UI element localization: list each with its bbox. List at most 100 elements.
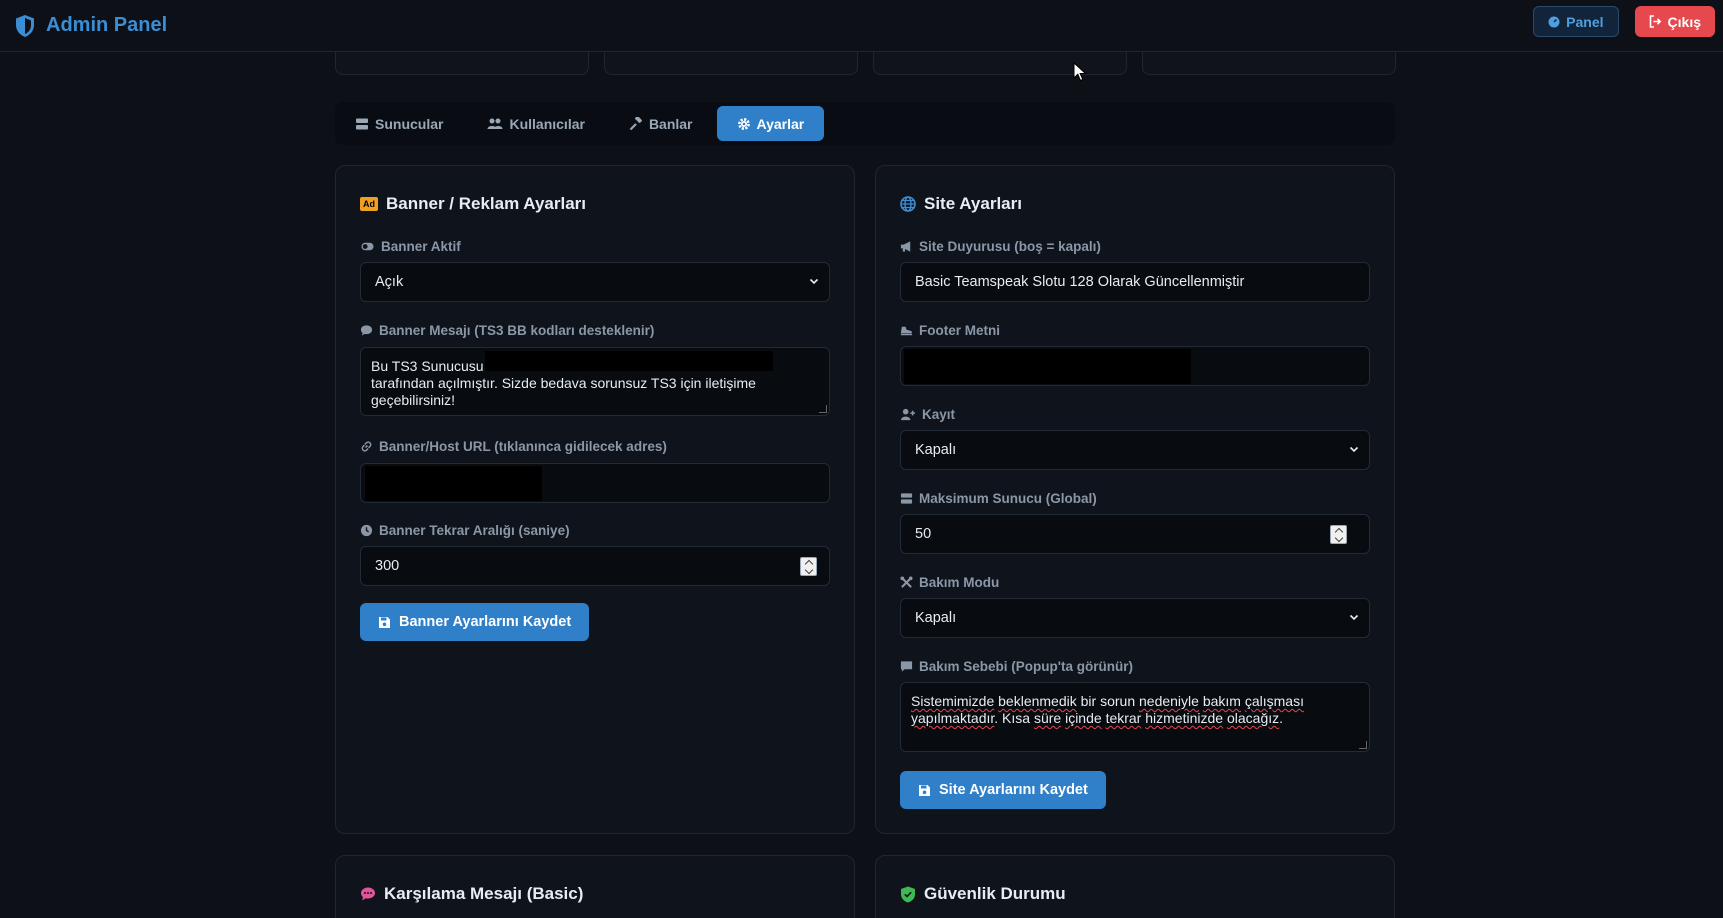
gavel-icon — [629, 116, 642, 130]
chevron-down-icon — [809, 278, 819, 285]
maintenance-select[interactable]: Kapalı — [900, 598, 1370, 638]
security-card-title: Güvenlik Durumu — [900, 884, 1066, 904]
shield-check-icon — [901, 886, 915, 902]
redacted-block — [485, 351, 773, 371]
banner-active-value: Açık — [375, 274, 404, 290]
shield-icon — [16, 14, 34, 37]
banner-message-label-text: Banner Mesajı (TS3 BB kodları destekleni… — [379, 323, 655, 338]
tab-servers-label: Sunucular — [375, 115, 444, 132]
logout-icon — [1649, 15, 1661, 28]
admin-tabs: Sunucular Kullanıcılar Banlar Ayarlar — [335, 102, 1395, 145]
tab-bans[interactable]: Banlar — [609, 106, 713, 141]
banner-active-select[interactable]: Açık — [360, 262, 830, 302]
site-announcement-input[interactable]: Basic Teamspeak Slotu 128 Olarak Güncell… — [900, 262, 1370, 302]
maintenance-value: Kapalı — [915, 610, 957, 626]
banner-settings-card: Ad Banner / Reklam Ayarları Banner Aktif… — [335, 165, 855, 834]
resize-handle[interactable] — [819, 405, 827, 413]
tools-icon — [900, 576, 913, 588]
tab-users[interactable]: Kullanıcılar — [467, 106, 604, 141]
reason-word: içinde — [1065, 710, 1102, 726]
users-icon — [487, 118, 503, 129]
reason-word: beklenmedik — [998, 693, 1077, 709]
resize-handle[interactable] — [1359, 741, 1367, 749]
maintenance-label: Bakım Modu — [900, 575, 999, 590]
shoe-icon — [900, 326, 913, 336]
chat-bubble-icon — [361, 887, 375, 901]
gear-icon — [737, 117, 750, 130]
banner-interval-label-text: Banner Tekrar Aralığı (saniye) — [379, 523, 570, 538]
gauge-icon — [1548, 16, 1560, 27]
site-settings-card: Site Ayarları Site Duyurusu (boş = kapal… — [875, 165, 1395, 834]
reason-word: . Kısa — [994, 710, 1031, 726]
banner-message-label: Banner Mesajı (TS3 BB kodları destekleni… — [360, 323, 654, 338]
reason-word: nedeniyle — [1139, 693, 1199, 709]
banner-url-input[interactable] — [360, 463, 830, 503]
tab-settings[interactable]: Ayarlar — [716, 106, 825, 141]
maintenance-label-text: Bakım Modu — [919, 575, 1000, 590]
megaphone-icon — [900, 241, 911, 252]
max-server-input[interactable]: 50 — [900, 514, 1370, 554]
tab-bans-label: Banlar — [648, 115, 693, 132]
reason-word: süre — [1033, 710, 1062, 726]
save-banner-button[interactable]: Banner Ayarlarını Kaydet — [360, 603, 590, 641]
max-server-label: Maksimum Sunucu (Global) — [900, 491, 1097, 506]
register-select[interactable]: Kapalı — [900, 430, 1370, 470]
register-value: Kapalı — [915, 442, 957, 458]
welcome-card-title: Karşılama Mesajı (Basic) — [360, 884, 583, 904]
mouse-cursor-icon — [1073, 62, 1087, 82]
globe-icon — [900, 196, 916, 212]
site-announcement-value: Basic Teamspeak Slotu 128 Olarak Güncell… — [915, 274, 1245, 290]
logout-button[interactable]: Çıkış — [1634, 6, 1715, 37]
save-site-button-label: Site Ayarlarını Kaydet — [939, 782, 1088, 798]
redacted-block — [904, 349, 1191, 384]
security-status-card: Güvenlik Durumu — [875, 855, 1395, 918]
banner-interval-input[interactable]: 300 — [360, 546, 830, 586]
maintenance-reason-textarea[interactable]: Sistemimizde beklenmedik bir sorun neden… — [900, 682, 1370, 752]
chevron-down-icon — [1349, 446, 1359, 453]
site-announcement-label: Site Duyurusu (boş = kapalı) — [900, 239, 1101, 254]
toggle-icon — [361, 242, 374, 251]
tab-users-label: Kullanıcılar — [509, 115, 585, 132]
banner-message-textarea[interactable]: Bu TS3 Sunucusu tarafından açılmıştır. S… — [360, 347, 830, 416]
maintenance-reason-label-text: Bakım Sebebi (Popup'ta görünür) — [919, 659, 1133, 674]
save-banner-button-label: Banner Ayarlarını Kaydet — [399, 614, 572, 630]
banner-active-label-text: Banner Aktif — [381, 239, 461, 254]
banner-message-line: tarafından açılmıştır. Sizde bedava soru… — [371, 375, 756, 391]
number-stepper[interactable] — [800, 557, 817, 576]
register-label-text: Kayıt — [922, 407, 956, 422]
reason-word: bakım — [1202, 693, 1241, 709]
banner-interval-value: 300 — [375, 558, 400, 574]
clock-icon — [360, 524, 373, 537]
site-card-title: Site Ayarları — [900, 194, 1022, 214]
save-site-button[interactable]: Site Ayarlarını Kaydet — [900, 771, 1106, 809]
ad-icon: Ad — [360, 197, 378, 211]
reason-word: Sistemimizde — [911, 693, 995, 709]
banner-interval-label: Banner Tekrar Aralığı (saniye) — [360, 523, 570, 538]
reason-word: tekrar — [1105, 710, 1142, 726]
welcome-message-card: Karşılama Mesajı (Basic) — [335, 855, 855, 918]
reason-word: bir sorun — [1080, 693, 1136, 709]
tab-servers[interactable]: Sunucular — [335, 106, 463, 141]
site-announcement-label-text: Site Duyurusu (boş = kapalı) — [919, 239, 1101, 254]
banner-title-text: Banner / Reklam Ayarları — [386, 194, 586, 213]
max-server-value: 50 — [915, 526, 932, 542]
link-icon — [361, 441, 372, 452]
banner-active-label: Banner Aktif — [360, 239, 461, 254]
panel-button[interactable]: Panel — [1533, 6, 1619, 37]
footer-text-input[interactable] — [900, 346, 1370, 386]
message-icon — [900, 661, 913, 672]
reason-word: çalışması — [1244, 693, 1304, 709]
panel-button-label: Panel — [1566, 13, 1604, 30]
max-server-label-text: Maksimum Sunucu (Global) — [919, 491, 1097, 506]
security-title-text: Güvenlik Durumu — [924, 884, 1066, 903]
reason-word: hizmetinizde — [1145, 710, 1224, 726]
footer-text-label-text: Footer Metni — [919, 323, 1000, 338]
brand[interactable]: Admin Panel — [14, 14, 167, 38]
maintenance-reason-label: Bakım Sebebi (Popup'ta görünür) — [900, 659, 1133, 674]
comment-icon — [360, 325, 373, 336]
save-icon — [379, 616, 390, 628]
reason-word: . — [1279, 710, 1284, 726]
number-stepper[interactable] — [1330, 525, 1347, 544]
reason-word: yapılmaktadır — [911, 710, 995, 726]
banner-url-label: Banner/Host URL (tıklanınca gidilecek ad… — [360, 439, 667, 454]
